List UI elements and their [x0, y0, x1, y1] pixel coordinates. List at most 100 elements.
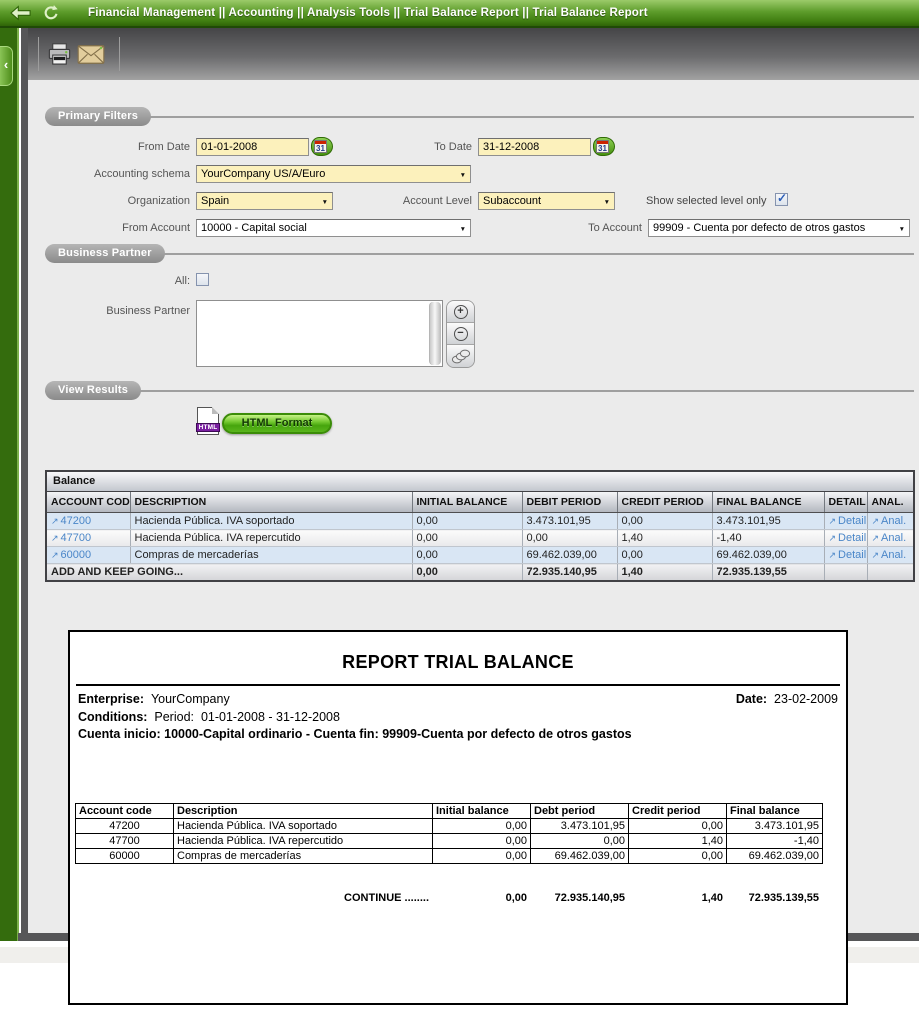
report-row: 47700 Hacienda Pública. IVA repercutido … [76, 834, 823, 849]
chevron-down-icon: ▼ [460, 226, 466, 233]
table-row: ↗60000 Compras de mercaderías 0,00 69.46… [47, 547, 913, 564]
detail-link[interactable]: ↗Detail [829, 549, 867, 561]
listbox-scrollbar[interactable] [429, 302, 441, 365]
view-results-section-title: View Results [45, 381, 141, 400]
link-arrow-icon: ↗ [51, 550, 59, 560]
from-date-input[interactable] [196, 138, 309, 156]
link-arrow-icon: ↗ [51, 533, 59, 543]
detail-link[interactable]: ↗Detail [829, 532, 867, 544]
date-label: Date: [736, 692, 767, 706]
printer-icon [46, 41, 73, 68]
calendar-icon[interactable]: 31 [593, 137, 615, 156]
breadcrumb: Financial Management || Accounting || An… [88, 7, 648, 19]
fieldset-line [45, 116, 914, 118]
report-row: 47200 Hacienda Pública. IVA soportado 0,… [76, 819, 823, 834]
organization-label: Organization [58, 192, 190, 210]
anal-link[interactable]: ↗Anal. [872, 532, 907, 544]
business-partner-listbox[interactable] [196, 300, 443, 367]
chevron-down-icon: ▼ [899, 226, 905, 233]
to-date-label: To Date [340, 138, 472, 156]
link-arrow-icon: ↗ [829, 533, 837, 543]
col-anal: ANAL. [867, 492, 913, 513]
all-checkbox[interactable] [196, 273, 209, 286]
from-account-select[interactable]: 10000 - Capital social ▼ [196, 219, 471, 237]
all-label: All: [58, 272, 190, 290]
add-partner-button[interactable]: + [447, 301, 474, 323]
report-rule [76, 684, 840, 686]
link-arrow-icon: ↗ [872, 516, 880, 526]
balance-grid: Balance ACCOUNT CODE DESCRIPTION INITIAL… [45, 470, 915, 582]
col-description: DESCRIPTION [130, 492, 412, 513]
envelope-icon [77, 44, 105, 65]
detail-link[interactable]: ↗Detail [829, 515, 867, 527]
account-code-link[interactable]: ↗47200 [51, 515, 91, 527]
grid-footer-row: ADD AND KEEP GOING... 0,00 72.935.140,95… [47, 564, 913, 581]
order-partner-button[interactable] [447, 345, 474, 367]
account-code-link[interactable]: ↗47700 [51, 532, 91, 544]
show-selected-level-label: Show selected level only [646, 192, 772, 210]
report-conditions-line: Conditions: Period: 01-01-2008 - 31-12-2… [78, 710, 838, 724]
col-initial-balance: INITIAL BALANCE [412, 492, 522, 513]
html-file-icon: HTML [197, 407, 219, 435]
report-row: 60000 Compras de mercaderías 0,00 69.462… [76, 849, 823, 864]
print-button[interactable] [43, 37, 75, 71]
refresh-icon[interactable] [40, 3, 62, 23]
sidebar-strip [0, 28, 19, 941]
link-arrow-icon: ↗ [872, 550, 880, 560]
table-row: ↗47200 Hacienda Pública. IVA soportado 0… [47, 513, 913, 530]
accounting-schema-label: Accounting schema [58, 165, 190, 183]
report-table: Account code Description Initial balance… [75, 803, 823, 864]
plus-icon: + [454, 305, 468, 319]
organization-select[interactable]: Spain ▼ [196, 192, 333, 210]
period-value: 01-01-2008 - 31-12-2008 [201, 710, 340, 724]
sidebar-collapse-tab[interactable]: ‹ [0, 46, 13, 86]
chevron-down-icon: ▼ [322, 199, 328, 206]
chevron-down-icon: ▼ [460, 172, 466, 179]
html-format-button[interactable]: HTML Format [222, 413, 332, 434]
calendar-icon[interactable]: 31 [311, 137, 333, 156]
from-date-label: From Date [58, 138, 190, 156]
from-account-label: From Account [58, 219, 190, 237]
link-arrow-icon: ↗ [872, 533, 880, 543]
anal-link[interactable]: ↗Anal. [872, 549, 907, 561]
account-level-select[interactable]: Subaccount ▼ [478, 192, 615, 210]
report-title: REPORT TRIAL BALANCE [70, 652, 846, 673]
report-continue-row: CONTINUE ........ 0,00 72.935.140,95 1,4… [75, 890, 822, 905]
report-header-row: Account code Description Initial balance… [76, 804, 823, 819]
to-date-input[interactable] [478, 138, 591, 156]
link-arrow-icon: ↗ [829, 516, 837, 526]
fieldset-line [45, 390, 914, 392]
to-account-select[interactable]: 99909 - Cuenta por defecto de otros gast… [648, 219, 910, 237]
report-preview: REPORT TRIAL BALANCE Enterprise: YourCom… [68, 630, 848, 1005]
toolbar-separator [119, 37, 120, 71]
enterprise-value: YourCompany [151, 692, 230, 706]
calendar-day: 31 [597, 144, 608, 153]
anal-link[interactable]: ↗Anal. [872, 515, 907, 527]
col-debit-period: DEBIT PERIOD [522, 492, 617, 513]
col-account-code: ACCOUNT CODE [47, 492, 130, 513]
coins-icon [451, 349, 471, 364]
minus-icon: − [454, 327, 468, 341]
business-partner-section-title: Business Partner [45, 244, 165, 263]
calendar-day: 31 [315, 144, 326, 153]
back-arrow-icon[interactable] [10, 3, 32, 23]
continue-label: CONTINUE ........ [173, 890, 432, 905]
grid-header-row: ACCOUNT CODE DESCRIPTION INITIAL BALANCE… [47, 492, 913, 513]
check-icon: ✓ [777, 191, 787, 205]
primary-filters-section-title: Primary Filters [45, 107, 151, 126]
col-final-balance: FINAL BALANCE [712, 492, 824, 513]
chevron-down-icon: ▼ [604, 199, 610, 206]
show-selected-level-checkbox[interactable]: ✓ [775, 193, 788, 206]
conditions-label: Conditions: [78, 710, 147, 724]
period-label: Period: [154, 710, 194, 724]
account-code-link[interactable]: ↗60000 [51, 549, 91, 561]
toolbar-separator [38, 37, 39, 71]
accounting-schema-select[interactable]: YourCompany US/A/Euro ▼ [196, 165, 471, 183]
remove-partner-button[interactable]: − [447, 323, 474, 345]
table-row: ↗47700 Hacienda Pública. IVA repercutido… [47, 530, 913, 547]
link-arrow-icon: ↗ [829, 550, 837, 560]
grid-title: Balance [47, 472, 913, 492]
enterprise-label: Enterprise: [78, 692, 144, 706]
col-credit-period: CREDIT PERIOD [617, 492, 712, 513]
email-button[interactable] [75, 37, 107, 71]
